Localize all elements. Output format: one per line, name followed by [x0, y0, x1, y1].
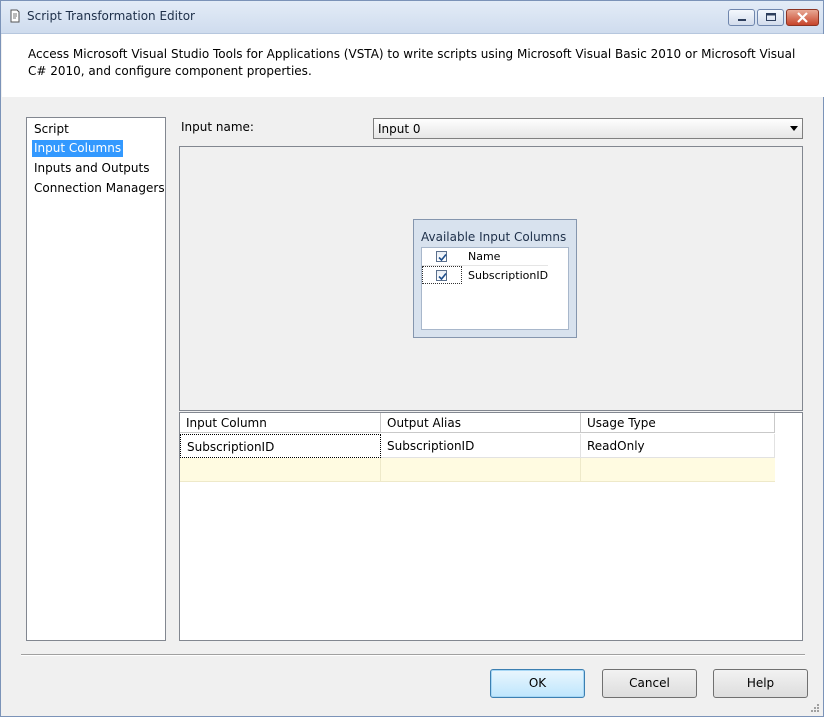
grid-cell-input-column[interactable]: SubscriptionID [180, 434, 381, 458]
checkmark-icon [438, 253, 447, 262]
grid-header-input-column[interactable]: Input Column [180, 413, 381, 433]
script-transformation-editor-window: Script Transformation Editor Access Micr… [0, 0, 824, 717]
cancel-button[interactable]: Cancel [602, 669, 697, 698]
available-input-columns-title: Available Input Columns [421, 230, 567, 244]
script-document-icon [10, 9, 20, 23]
column-row-focus[interactable] [422, 266, 462, 284]
grid-cell-output-alias[interactable]: SubscriptionID [381, 434, 581, 458]
columns-name-header: Name [468, 250, 501, 263]
new-row-divider [380, 458, 381, 481]
nav-item-connection-managers[interactable]: Connection Managers [32, 180, 167, 197]
column-name-subscriptionid[interactable]: SubscriptionID [468, 269, 548, 282]
maximize-icon [766, 13, 776, 21]
close-button[interactable] [786, 9, 819, 26]
input-columns-canvas: Available Input Columns Name Subscriptio… [179, 146, 803, 411]
minimize-button[interactable] [728, 9, 755, 26]
dropdown-arrow-icon [790, 126, 798, 131]
nav-item-script[interactable]: Script [32, 121, 71, 138]
select-all-checkbox[interactable] [436, 251, 447, 262]
columns-header-row: Name [422, 248, 548, 266]
page-navigation-list: Script Input Columns Inputs and Outputs … [26, 117, 166, 641]
minimize-icon [738, 19, 746, 21]
resize-grip-icon[interactable] [810, 703, 820, 713]
available-input-columns-list: Name SubscriptionID [421, 247, 569, 330]
title-bar[interactable]: Script Transformation Editor [1, 1, 823, 34]
description-panel: Access Microsoft Visual Studio Tools for… [2, 34, 824, 97]
subscriptionid-checkbox[interactable] [436, 270, 447, 281]
grid-cell-usage-type[interactable]: ReadOnly [581, 434, 775, 458]
grid-new-row[interactable] [180, 458, 775, 482]
nav-item-input-columns[interactable]: Input Columns [32, 140, 124, 157]
grid-header-output-alias[interactable]: Output Alias [381, 413, 581, 433]
input-name-value: Input 0 [378, 122, 421, 136]
available-input-columns-box: Available Input Columns Name Subscriptio… [413, 219, 577, 338]
window-title: Script Transformation Editor [27, 9, 195, 23]
nav-item-inputs-and-outputs[interactable]: Inputs and Outputs [32, 160, 151, 177]
description-text: Access Microsoft Visual Studio Tools for… [28, 47, 796, 78]
input-name-dropdown[interactable]: Input 0 [373, 118, 803, 139]
input-columns-grid: Input Column Output Alias Usage Type Sub… [179, 412, 803, 641]
ok-button[interactable]: OK [490, 669, 585, 698]
close-icon [797, 12, 808, 23]
grid-header-usage-type[interactable]: Usage Type [581, 413, 775, 433]
input-name-label: Input name: [181, 120, 254, 134]
new-row-divider [580, 458, 581, 481]
checkmark-icon [438, 272, 447, 281]
maximize-button[interactable] [757, 9, 784, 26]
footer-separator [21, 654, 805, 656]
help-button[interactable]: Help [713, 669, 808, 698]
